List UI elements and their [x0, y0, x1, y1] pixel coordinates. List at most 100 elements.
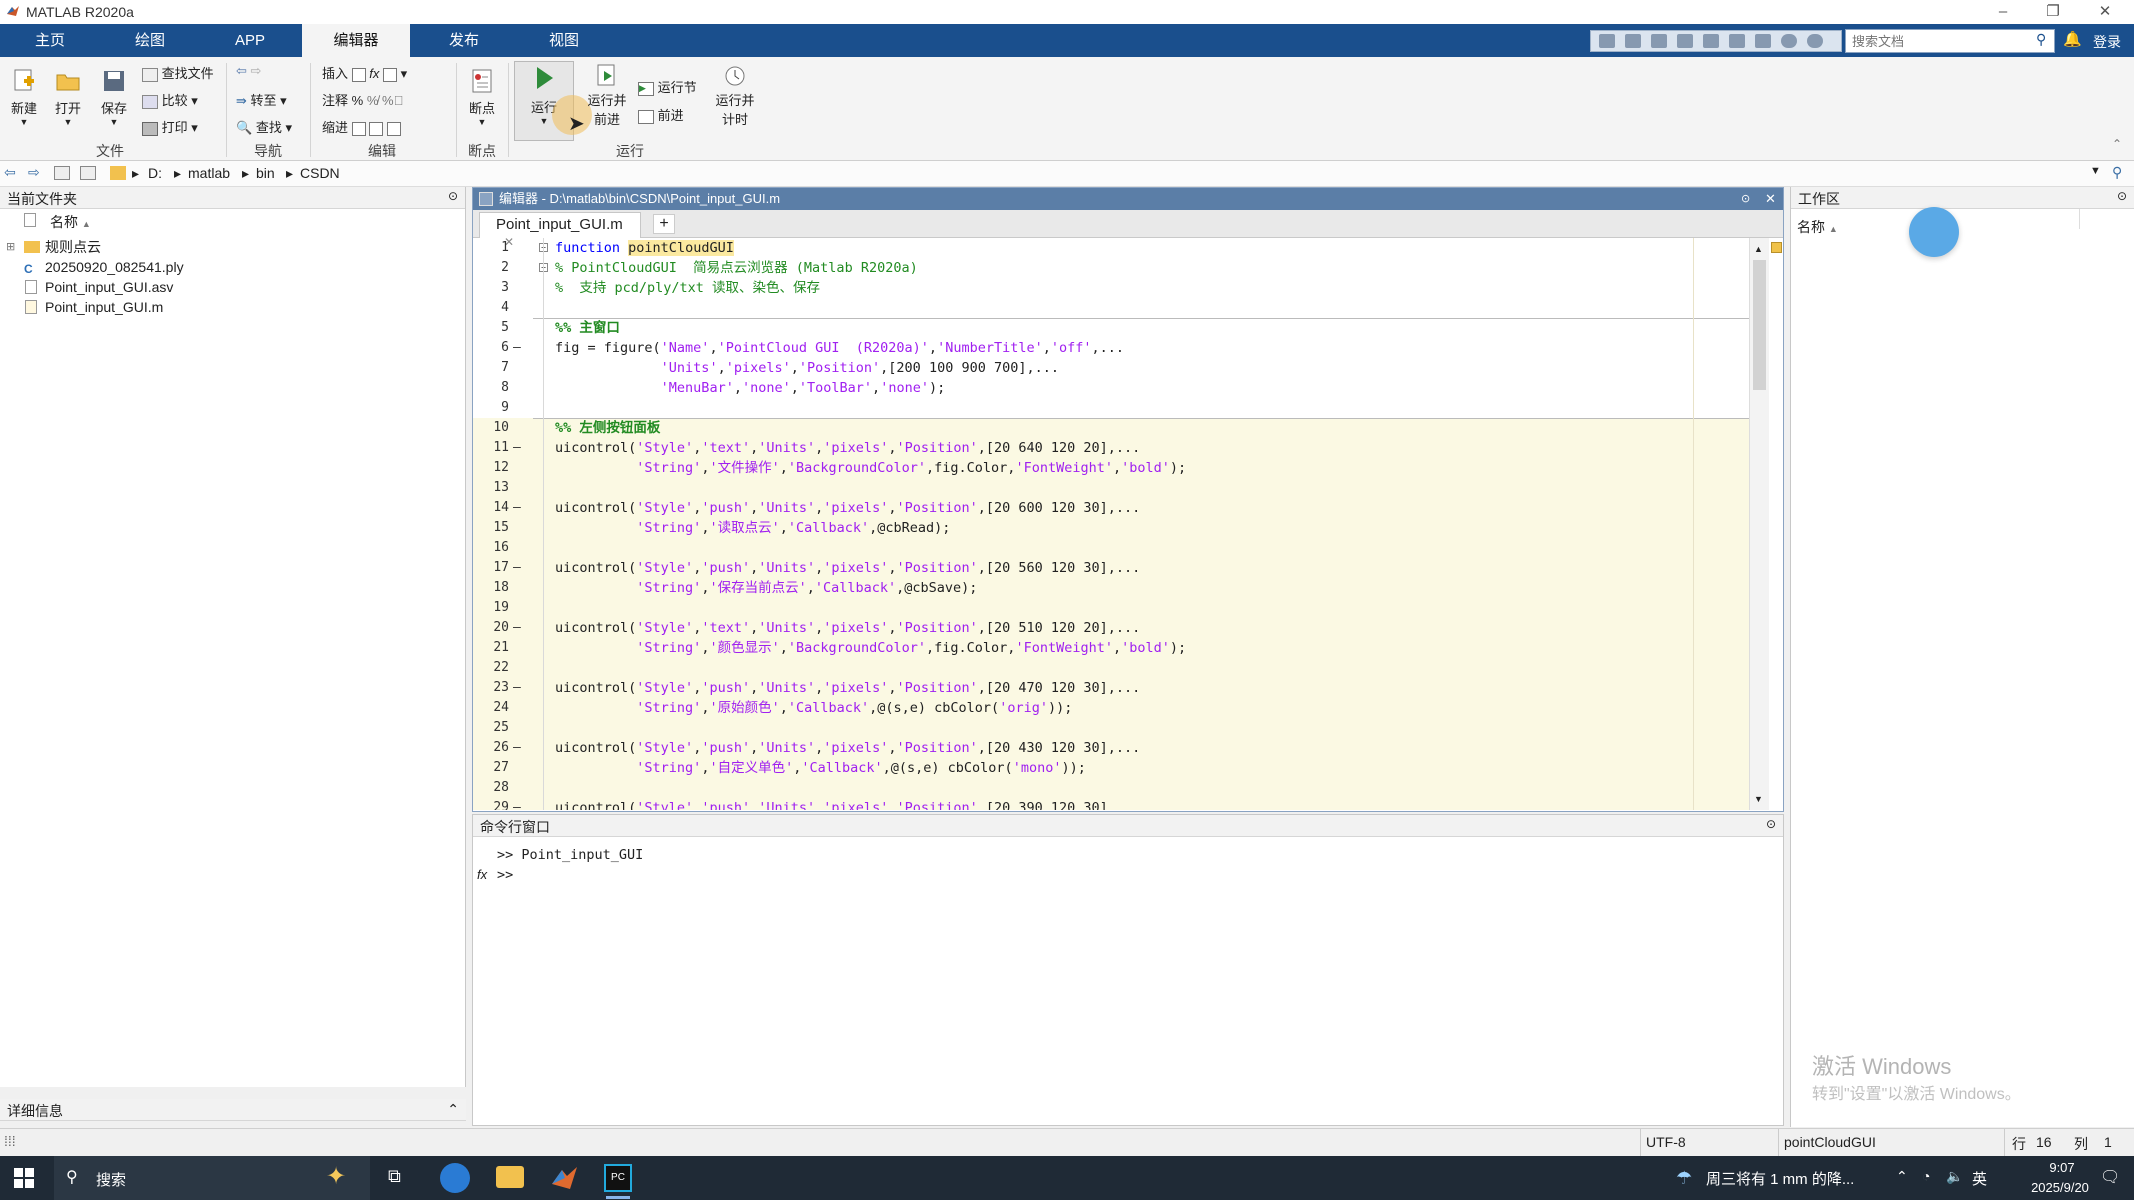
up-folder-icon[interactable] — [54, 166, 70, 180]
back-icon[interactable]: ⇦ — [4, 164, 16, 181]
find-button[interactable]: 🔍 查找 ▾ — [236, 117, 292, 136]
path-dropdown-icon[interactable]: ▼ — [2090, 165, 2101, 177]
tab-plots[interactable]: 绘图 — [110, 24, 190, 57]
breakpoint-marker[interactable]: – — [513, 618, 525, 638]
uncomment-icon[interactable]: %̸ — [367, 93, 379, 108]
tab-publish[interactable]: 发布 — [422, 24, 506, 57]
tab-apps[interactable]: APP — [210, 24, 290, 57]
line-number[interactable]: 4 — [473, 298, 509, 318]
line-number[interactable]: 2 — [473, 258, 509, 278]
breakpoint-marker[interactable]: – — [513, 338, 525, 358]
close-window-icon[interactable]: ✕ — [2082, 0, 2128, 24]
line-number[interactable]: 16 — [473, 538, 509, 558]
advance-button[interactable]: 前进 — [638, 105, 684, 124]
line-number[interactable]: 12 — [473, 458, 509, 478]
wrap-comment-icon[interactable]: %⃕ — [382, 93, 403, 108]
line-number[interactable]: 28 — [473, 778, 509, 798]
line-number[interactable]: 5 — [473, 318, 509, 338]
code-line[interactable]: 22 — [473, 658, 1749, 678]
code-line[interactable]: 11– uicontrol('Style','text','Units','pix… — [473, 438, 1749, 458]
fx-icon[interactable]: fx — [477, 867, 487, 882]
save-file-button[interactable]: 保存 ▼ — [96, 67, 132, 127]
details-panel-header[interactable]: 详细信息 ⌃ — [0, 1099, 466, 1121]
line-number[interactable]: 8 — [473, 378, 509, 398]
smart-indent-icon[interactable] — [351, 121, 366, 136]
goto-button[interactable]: ⇛ 转至 ▾ — [236, 90, 287, 109]
code-line[interactable]: 21 'String','颜色显示','BackgroundColor',fig… — [473, 638, 1749, 658]
pane-menu-icon[interactable]: ⊙ — [1766, 817, 1776, 831]
code-line[interactable]: 10 %% 左侧按钮面板 — [473, 418, 1749, 438]
file-tab[interactable]: Point_input_GUI.m ✕ — [479, 212, 641, 249]
restore-icon[interactable]: ❐ — [2030, 0, 2076, 24]
pane-menu-icon[interactable]: ⊙ — [448, 189, 458, 203]
list-item[interactable]: C 20250920_082541.ply — [0, 257, 466, 277]
workspace-name-column[interactable]: 名称 ▲ — [1797, 217, 1838, 237]
weather-text[interactable]: 周三将有 1 mm 的降... — [1706, 1168, 1854, 1189]
code-line[interactable]: 19 — [473, 598, 1749, 618]
breadcrumb-matlab[interactable]: matlab — [188, 165, 230, 181]
line-number[interactable]: 22 — [473, 658, 509, 678]
breakpoint-marker[interactable]: – — [513, 498, 525, 518]
line-number[interactable]: 20 — [473, 618, 509, 638]
line-number[interactable]: 3 — [473, 278, 509, 298]
code-line[interactable]: 1 function pointCloudGUI — [473, 238, 1749, 258]
line-number[interactable]: 13 — [473, 478, 509, 498]
redo-icon[interactable] — [1729, 34, 1745, 48]
minimize-icon[interactable]: – — [1980, 0, 2026, 24]
paste-icon[interactable] — [1677, 34, 1693, 48]
pane-menu-icon[interactable]: ⊙ — [2117, 189, 2127, 203]
indent-button[interactable]: 缩进 — [322, 117, 401, 136]
breakpoint-marker[interactable]: – — [513, 438, 525, 458]
code-line[interactable]: 8 'MenuBar','none','ToolBar','none'); — [473, 378, 1749, 398]
line-number[interactable]: 17 — [473, 558, 509, 578]
collapse-ribbon-icon[interactable]: ⌃ — [2112, 137, 2122, 151]
windows-start-icon[interactable] — [14, 1168, 34, 1188]
task-view-icon[interactable]: ⧉ — [388, 1166, 401, 1187]
taskbar-search-box[interactable]: ⚲ 搜索 ✦ — [54, 1156, 370, 1200]
breakpoints-button[interactable]: 断点 ▼ — [464, 67, 500, 127]
line-number[interactable]: 1 — [473, 238, 509, 258]
login-link[interactable]: 登录 — [2093, 32, 2121, 52]
line-number[interactable]: 15 — [473, 518, 509, 538]
comment-percent-icon[interactable]: % — [352, 93, 364, 108]
run-and-advance-button[interactable]: 运行并 前进 — [584, 63, 630, 128]
switch-windows-icon[interactable] — [1755, 34, 1771, 48]
breakpoint-marker[interactable]: – — [513, 798, 525, 810]
back-arrow-icon[interactable]: ⇦ — [236, 63, 247, 78]
breadcrumb-drive[interactable]: D: — [148, 165, 162, 181]
search-icon[interactable]: ⚲ — [2036, 31, 2046, 48]
line-number[interactable]: 26 — [473, 738, 509, 758]
breakpoint-marker[interactable]: – — [513, 558, 525, 578]
line-number[interactable]: 19 — [473, 598, 509, 618]
run-and-time-button[interactable]: 运行并 计时 — [712, 63, 758, 128]
code-line[interactable]: 3 % 支持 pcd/ply/txt 读取、染色、保存 — [473, 278, 1749, 298]
line-number[interactable]: 6 — [473, 338, 509, 358]
line-number[interactable]: 27 — [473, 758, 509, 778]
code-line[interactable]: 18 'String','保存当前点云','Callback',@cbSave)… — [473, 578, 1749, 598]
new-tab-button[interactable]: + — [653, 214, 675, 234]
open-button[interactable]: 打开 ▼ — [50, 67, 86, 127]
edge-browser-icon[interactable] — [440, 1163, 470, 1193]
insert-function-icon[interactable] — [383, 67, 398, 82]
code-line[interactable]: 14– uicontrol('Style','push','Units','pix… — [473, 498, 1749, 518]
code-line[interactable]: 13 — [473, 478, 1749, 498]
line-number[interactable]: 9 — [473, 398, 509, 418]
line-number[interactable]: 14 — [473, 498, 509, 518]
line-number[interactable]: 21 — [473, 638, 509, 658]
scroll-thumb[interactable] — [1753, 260, 1766, 390]
show-hidden-icons[interactable]: ⌃ — [1896, 1168, 1908, 1185]
forward-arrow-icon[interactable]: ⇨ — [251, 63, 262, 78]
command-prompt[interactable]: >> — [497, 867, 513, 883]
browse-folder-icon[interactable] — [80, 166, 96, 180]
print-button[interactable]: 打印 ▾ — [142, 117, 198, 136]
close-editor-icon[interactable]: ✕ — [1765, 188, 1776, 210]
compare-button[interactable]: 比较 ▾ — [142, 90, 198, 109]
forward-icon[interactable]: ⇨ — [28, 164, 40, 181]
line-number[interactable]: 18 — [473, 578, 509, 598]
tab-view[interactable]: 视图 — [522, 24, 606, 57]
find-files-button[interactable]: 查找文件 — [142, 63, 214, 82]
list-item[interactable]: Point_input_GUI.asv — [0, 277, 466, 297]
clock-date[interactable]: 2025/9/20 — [2018, 1180, 2102, 1195]
code-line[interactable]: 17– uicontrol('Style','push','Units','pix… — [473, 558, 1749, 578]
code-line[interactable]: 5 %% 主窗口 — [473, 318, 1749, 338]
